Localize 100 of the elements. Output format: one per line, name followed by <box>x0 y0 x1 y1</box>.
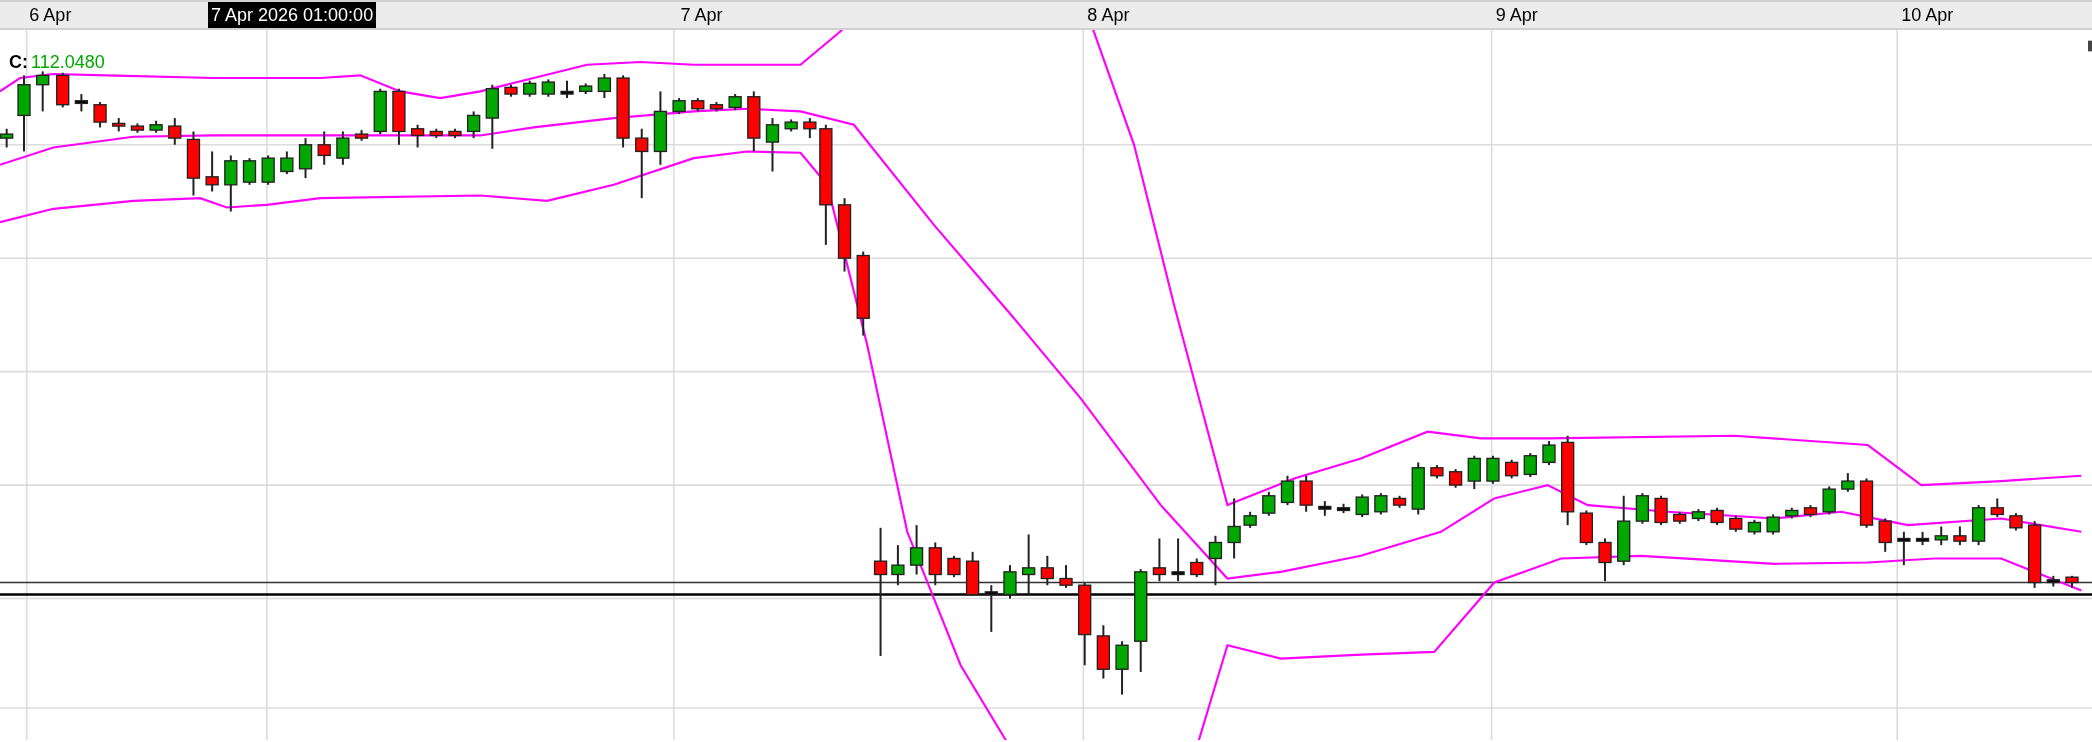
candlestick <box>1171 537 1185 583</box>
candlestick <box>1785 506 1799 520</box>
candlestick <box>1710 506 1724 527</box>
candlestick <box>928 541 942 587</box>
candlestick <box>1523 452 1537 479</box>
date-label: 6 Apr <box>29 5 72 26</box>
date-label: 7 Apr <box>680 5 723 26</box>
candlestick <box>541 78 555 98</box>
crosshair-time-label: 7 Apr 2026 01:00:00 <box>208 2 377 28</box>
candlestick <box>909 524 924 576</box>
candlestick <box>2027 520 2042 589</box>
candlestick <box>691 97 705 113</box>
date-label: 10 Apr <box>1901 5 1954 26</box>
candlestick <box>373 87 387 136</box>
candlestick <box>74 93 89 113</box>
candlestick <box>2009 512 2023 532</box>
candlestick <box>523 79 537 98</box>
candlestick <box>410 123 425 149</box>
candlestick <box>1841 472 1855 493</box>
candlestick <box>1598 537 1612 583</box>
candlestick <box>1990 497 2004 519</box>
candlestick <box>56 71 70 109</box>
candlestick <box>1115 640 1129 696</box>
candlestick <box>784 118 798 133</box>
candlestick <box>1859 477 1874 529</box>
candlestick <box>466 110 481 140</box>
candlestick <box>1654 494 1668 527</box>
candlestick <box>1766 513 1780 536</box>
candlestick <box>1467 454 1481 491</box>
candlestick <box>672 97 686 116</box>
candlestick <box>1152 537 1167 583</box>
legend-label: C: <box>9 52 28 73</box>
candlestick <box>1430 464 1444 480</box>
candlestick <box>504 83 518 98</box>
candlestick <box>1003 564 1017 600</box>
candlestick <box>1299 474 1313 513</box>
candlestick <box>354 129 369 142</box>
candlestick <box>1022 533 1036 596</box>
candlestick <box>1878 517 1892 553</box>
candlestick <box>1243 510 1257 529</box>
candlestick <box>1803 504 1818 519</box>
candlestick <box>1374 492 1388 516</box>
candlestick <box>709 101 724 113</box>
candlestick <box>1691 508 1706 523</box>
candlestick <box>947 554 961 579</box>
scroll-marker <box>2088 40 2092 52</box>
candlestick <box>186 130 201 197</box>
candlestick <box>36 70 50 113</box>
candlestick <box>168 117 182 146</box>
candlestick <box>93 101 107 129</box>
candlestick <box>597 73 612 100</box>
candlestick <box>298 137 313 180</box>
candlestick <box>2046 574 2060 588</box>
candlestick <box>984 584 998 633</box>
candlestick <box>1280 474 1295 507</box>
candlestick <box>1822 485 1836 516</box>
candlestick <box>261 154 275 186</box>
candlestick <box>485 83 499 150</box>
candlestick <box>1040 554 1054 587</box>
candlestick <box>1059 564 1073 589</box>
candlestick <box>1448 468 1463 489</box>
candlestick <box>1262 490 1276 517</box>
candlestick <box>1504 458 1519 480</box>
candlestick <box>1747 518 1762 536</box>
candlestick <box>2065 574 2079 589</box>
candlestick <box>1635 492 1650 525</box>
candlestick <box>1411 461 1425 516</box>
candlestick <box>149 119 163 134</box>
candlestick <box>1953 525 1967 547</box>
candlestick <box>728 93 742 112</box>
candlestick <box>560 79 574 100</box>
candlestick <box>112 117 126 133</box>
candlestick <box>429 127 443 140</box>
candlestick <box>1096 624 1111 680</box>
candlestick <box>224 154 238 213</box>
candlestick <box>1673 510 1687 525</box>
candlestick <box>130 122 145 134</box>
candlestick <box>1336 502 1351 515</box>
date-label: 8 Apr <box>1087 5 1130 26</box>
candlestick <box>1934 525 1948 547</box>
candlestick <box>336 130 350 166</box>
candlestick <box>579 82 593 96</box>
date-label: 9 Apr <box>1495 5 1538 26</box>
candlestick <box>1190 557 1204 579</box>
candlestick <box>1227 497 1241 560</box>
candlestick <box>891 544 905 587</box>
candlestick <box>1208 534 1223 587</box>
candlestick <box>1579 509 1593 547</box>
candlestick <box>1355 493 1369 519</box>
candlestick <box>242 157 257 186</box>
candlestick <box>1486 454 1500 485</box>
candlestick <box>1392 494 1407 509</box>
candlestick <box>317 130 331 166</box>
candlestick <box>1542 440 1556 467</box>
candlestick <box>765 117 780 173</box>
candlestick <box>448 127 462 140</box>
candlestick <box>965 550 980 597</box>
candlestick <box>1897 530 1911 567</box>
candlestick <box>747 90 761 153</box>
candlestick <box>1971 504 1986 547</box>
